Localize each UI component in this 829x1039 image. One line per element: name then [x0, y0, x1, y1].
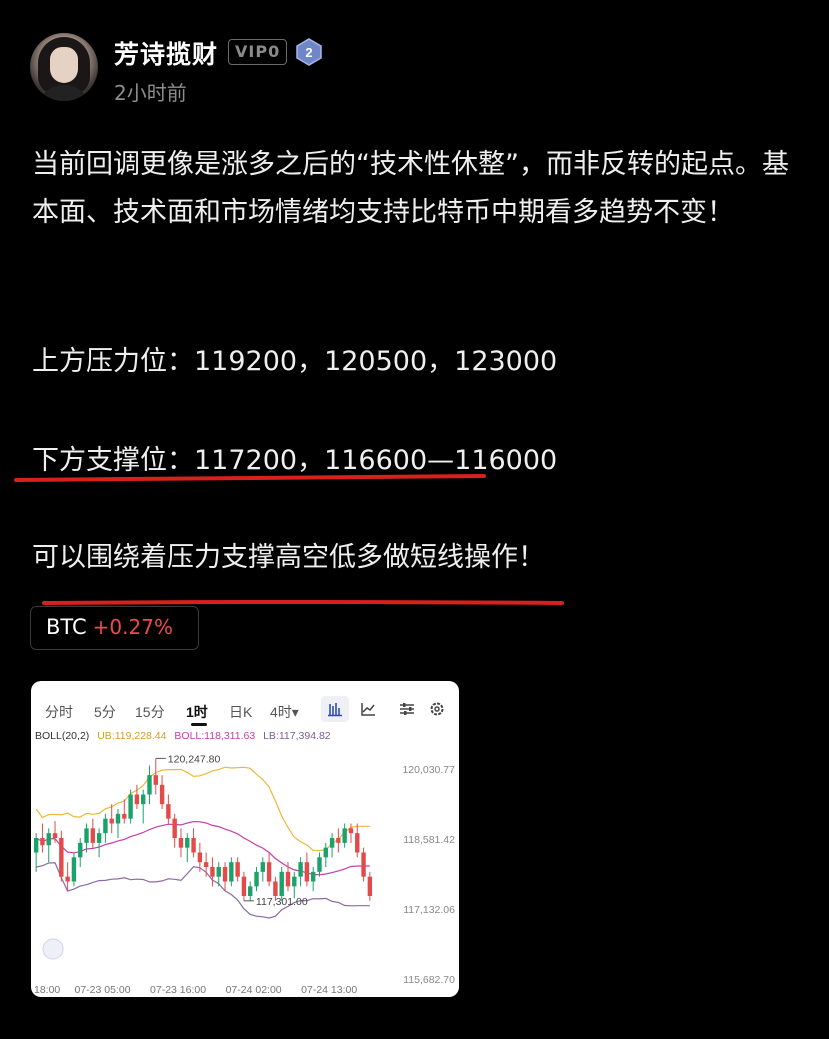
ticker-change: +0.27%	[92, 615, 173, 639]
x-tick-label: 07-24 13:00	[301, 984, 357, 996]
candle-body	[367, 876, 373, 896]
candle-body	[210, 866, 215, 877]
candle-body	[197, 852, 203, 863]
candle-body	[96, 833, 102, 843]
y-tick-label: 118,581.42	[403, 834, 455, 846]
candle-body	[235, 862, 240, 877]
candle-body	[348, 828, 354, 834]
candle-body	[147, 775, 152, 795]
candle-body	[254, 871, 259, 887]
candle-body	[159, 784, 165, 805]
price-chart-card[interactable]: 分时 5分 15分 1时 日K 4时▾ BOLL(20,2) UB:119,22…	[31, 681, 459, 997]
candle-body	[266, 862, 272, 882]
candle-body	[128, 794, 133, 819]
candle-body	[355, 833, 360, 853]
candle-body	[78, 842, 83, 858]
candle-body	[336, 837, 341, 843]
candle-body	[323, 847, 328, 858]
candle-body	[122, 813, 127, 819]
candle-body	[153, 775, 158, 785]
candle-body	[140, 794, 146, 805]
candle-body	[216, 866, 221, 877]
candle-body	[103, 818, 108, 834]
support-underline	[14, 474, 486, 482]
candle-body	[115, 813, 121, 824]
candle-body	[329, 837, 335, 848]
candle-body	[178, 837, 184, 848]
high-annotation: 120,247.80	[168, 753, 221, 765]
candle-body	[317, 857, 322, 872]
candle-body	[248, 886, 253, 896]
candle-body	[52, 833, 58, 838]
candle-body	[292, 876, 297, 887]
x-tick-label: 07-23 16:00	[150, 984, 206, 996]
x-tick-label: 07-23 05:00	[74, 984, 130, 996]
x-tick-label: 07-24 02:00	[226, 984, 282, 996]
candle-body	[342, 828, 347, 843]
low-annotation: 117,301.00	[256, 896, 308, 908]
candle-body	[90, 828, 96, 843]
candle-body	[241, 876, 247, 896]
candle-body	[185, 837, 190, 848]
candle-body	[361, 852, 366, 877]
y-tick-label: 115,682.70	[403, 974, 455, 986]
candle-body	[172, 818, 177, 838]
candle-body	[109, 818, 114, 824]
candle-body	[191, 837, 196, 853]
candle-body	[298, 862, 303, 877]
candle-body	[84, 828, 89, 843]
candle-body	[273, 881, 278, 896]
ticker-chip[interactable]: BTC +0.27%	[30, 606, 199, 650]
candle-body	[279, 871, 284, 896]
candle-body	[166, 804, 171, 819]
candle-body	[304, 862, 310, 882]
y-tick-label: 120,030.77	[402, 764, 455, 776]
indicator-badge-icon	[42, 938, 64, 960]
candle-body	[46, 833, 51, 846]
strategy-underline	[42, 600, 564, 605]
candle-body	[203, 862, 209, 867]
candle-body	[222, 866, 228, 882]
candle-body	[40, 837, 45, 846]
candle-body	[134, 794, 140, 805]
candle-body	[59, 837, 64, 877]
ticker-symbol: BTC	[46, 615, 87, 639]
candle-body	[285, 871, 291, 887]
x-tick-label: 18:00	[34, 984, 60, 996]
candle-body	[260, 862, 266, 872]
candle-body	[65, 876, 70, 882]
y-tick-label: 117,132.06	[403, 904, 455, 916]
candle-body	[229, 862, 234, 882]
candle-body	[71, 857, 77, 882]
candle-body	[33, 837, 39, 853]
candlestick-plot[interactable]: 120,030.77 118,581.42 117,132.06 115,682.70…	[31, 681, 459, 997]
candle-body	[310, 871, 316, 882]
